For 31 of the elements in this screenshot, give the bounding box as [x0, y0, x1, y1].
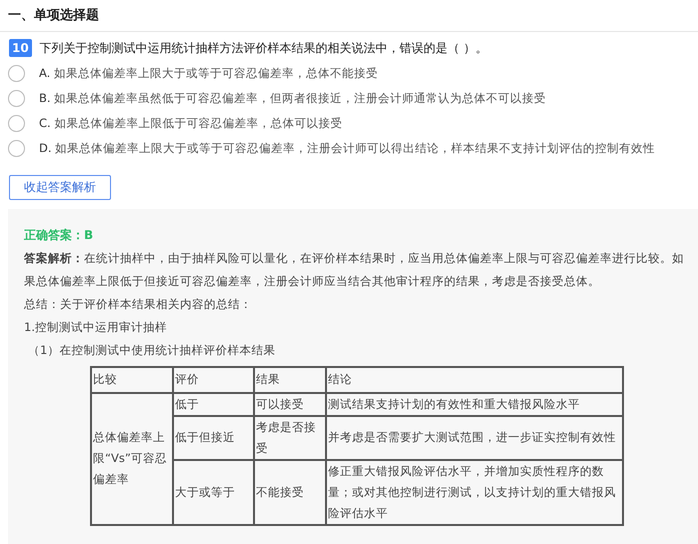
section-title: 一、单项选择题 — [8, 6, 99, 25]
table-cell: 并考虑是否需要扩大测试范围，进一步证实控制有效性 — [326, 416, 623, 460]
option-text[interactable]: B. 如果总体偏差率虽然低于可容忍偏差率，但两者很接近，注册会计师通常认为总体不可以接受 — [39, 90, 546, 108]
correct-answer: 正确答案：B — [24, 226, 94, 244]
analysis-text: 答案解析：在统计抽样中，由于抽样风险可以量化，在评价样本结果时，应当用总体偏差率上限与可容忍偏差率进行比较。如果总体偏差率上限低于但接近可容忍偏差率，注册会计师应当结合其他审计程序的结果，考虑是否接受总体。 — [24, 250, 685, 290]
table-header: 比较 — [91, 366, 173, 392]
table-cell: 低于 — [173, 392, 254, 416]
table-cell: 大于或等于 — [173, 460, 254, 524]
radio-button[interactable] — [8, 65, 25, 82]
radio-button[interactable] — [8, 115, 25, 132]
table-cell: 测试结果支持计划的有效性和重大错报风险水平 — [326, 392, 623, 416]
option-text[interactable]: C. 如果总体偏差率上限低于可容忍偏差率，总体可以接受 — [39, 114, 342, 132]
analysis-text: 1.控制测试中运用审计抽样 — [24, 318, 168, 336]
table-cell: 不能接受 — [254, 460, 326, 524]
table-cell: 可以接受 — [254, 392, 326, 416]
question-text: 下列关于控制测试中运用统计抽样方法评价样本结果的相关说法中，错误的是（ ）。 — [40, 40, 488, 57]
radio-button[interactable] — [8, 90, 25, 107]
option-text[interactable]: D. 如果总体偏差率上限大于或等于可容忍偏差率，注册会计师可以得出结论，样本结果不支持计划评估的控制有效性 — [39, 140, 656, 158]
collapse-analysis-button[interactable]: 收起答案解析 — [9, 174, 111, 200]
table-cell: 考虑是否接受 — [254, 416, 326, 460]
table-cell: 修正重大错报风险评估水平，并增加实质性程序的数量；或对其他控制进行测试，以支持计划的重大错报风险评估水平 — [326, 460, 623, 524]
table-header: 结论 — [326, 366, 623, 392]
option-text[interactable]: A. 如果总体偏差率上限大于或等于可容忍偏差率，总体不能接受 — [39, 64, 378, 82]
analysis-text: 总结：关于评价样本结果相关内容的总结： — [24, 296, 253, 312]
radio-button[interactable] — [8, 140, 25, 157]
table-cell: 低于但接近 — [173, 416, 254, 460]
table-header: 结果 — [254, 366, 326, 392]
question-number: 10 — [9, 39, 32, 57]
table-cell: 总体偏差率上限“Vs”可容忍偏差率 — [91, 392, 173, 524]
analysis-text: （1）在控制测试中使用统计抽样评价样本结果 — [27, 342, 276, 358]
table-header: 评价 — [173, 366, 254, 392]
